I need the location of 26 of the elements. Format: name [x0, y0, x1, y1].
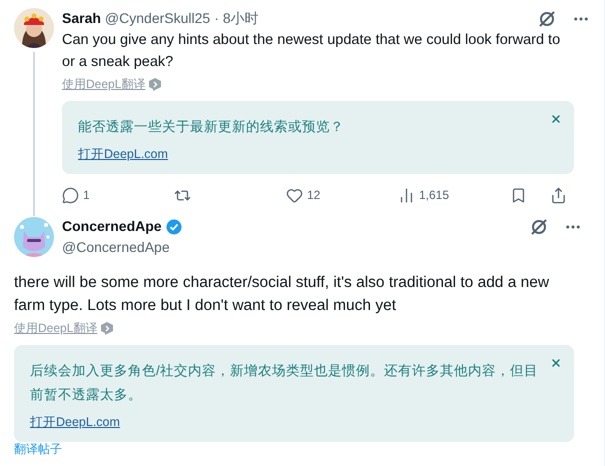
translated-text: 能否透露一些关于最新更新的线索或预览？: [78, 118, 345, 136]
user-name[interactable]: ConcernedApe: [62, 216, 162, 237]
user-name[interactable]: Sarah: [62, 8, 101, 29]
user-handle[interactable]: @ConcernedApe: [62, 237, 590, 257]
heart-icon[interactable]: [286, 186, 303, 204]
deepl-icon: [101, 322, 114, 334]
action-count: 12: [307, 187, 320, 204]
deepl-link[interactable]: 打开DeepL.com: [78, 145, 168, 164]
share-icon[interactable]: [550, 186, 567, 204]
post-text: there will be some more character/social stuff, it's also traditional to add a new farm type. Lots more but I don't want to reveal much yet: [14, 273, 550, 316]
bar-chart-icon[interactable]: [398, 186, 415, 204]
post-time[interactable]: 8小时: [222, 8, 259, 29]
translated-text: 后续会加入更多角色/社交内容，新增农场类型也是惯例。还有许多其他内容，但目前暂不透露太多。: [30, 362, 539, 404]
bookmark-icon[interactable]: [510, 186, 527, 204]
reply-icon[interactable]: [62, 186, 79, 204]
close-icon[interactable]: [550, 113, 562, 125]
slashed-circle-icon[interactable]: [530, 218, 548, 236]
user-handle[interactable]: @CynderSkull25: [104, 8, 210, 29]
close-icon[interactable]: [550, 357, 562, 369]
action-count: 1: [83, 187, 90, 204]
slashed-circle-icon[interactable]: [538, 10, 556, 28]
action-count: 1,615: [419, 187, 450, 204]
post-text: Can you give any hints about the newest update that we could look forward to or a sneak peak?: [62, 31, 562, 72]
dot-separator: ·: [214, 9, 219, 28]
deepl-icon: [149, 78, 162, 90]
deepl-link[interactable]: 打开DeepL.com: [30, 413, 120, 432]
